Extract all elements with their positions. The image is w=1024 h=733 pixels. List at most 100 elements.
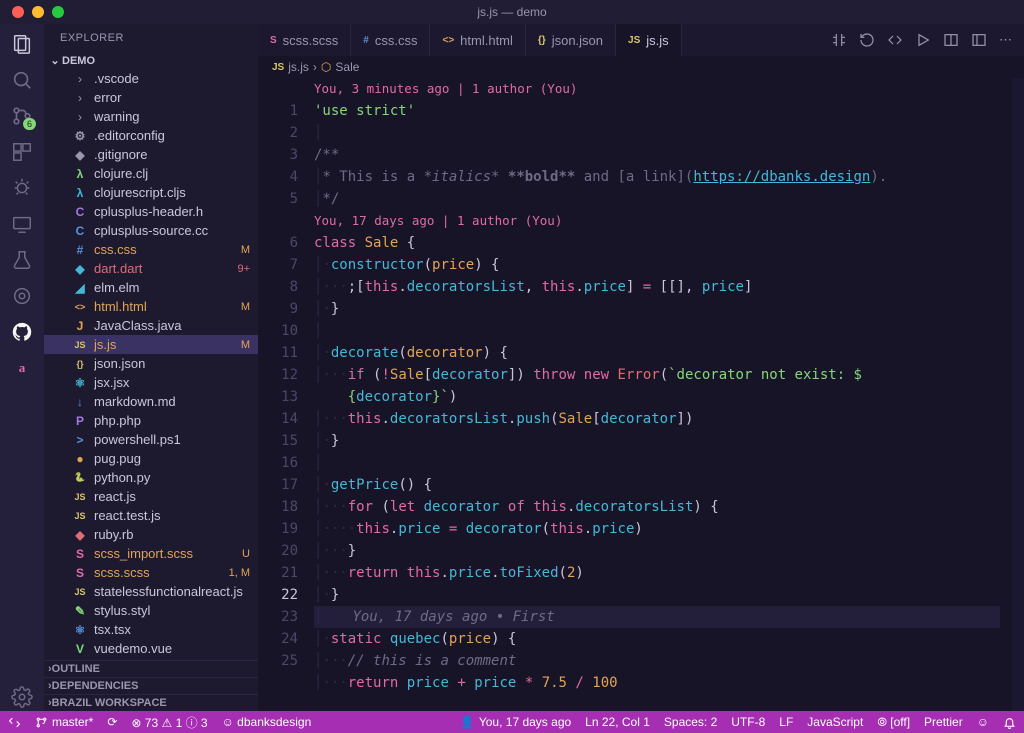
- status-sync[interactable]: ⟳: [107, 715, 117, 729]
- file-row[interactable]: 🐍python.py: [44, 468, 258, 487]
- file-icon: C: [72, 224, 88, 238]
- tab-label: json.json: [552, 33, 603, 48]
- file-status-badge: 1, M: [225, 567, 250, 579]
- amazon-icon[interactable]: a: [8, 354, 36, 382]
- breadcrumb[interactable]: JS js.js › ⬡ Sale: [258, 56, 1024, 78]
- file-row[interactable]: ◆dart.dart9+: [44, 259, 258, 278]
- file-row[interactable]: λclojurescript.cljs: [44, 183, 258, 202]
- close-window-button[interactable]: [12, 6, 24, 18]
- file-row[interactable]: JSstatelessfunctionalreact.js: [44, 582, 258, 601]
- file-row[interactable]: JSjs.jsM: [44, 335, 258, 354]
- file-row[interactable]: {}json.json: [44, 354, 258, 373]
- more-icon[interactable]: ⋯: [999, 32, 1012, 48]
- file-icon: λ: [72, 167, 88, 181]
- file-name: scss.scss: [94, 565, 225, 580]
- compare-icon[interactable]: [831, 32, 847, 48]
- sidebar-section-dependencies[interactable]: ›DEPENDENCIES: [44, 677, 258, 694]
- file-row[interactable]: JSreact.test.js: [44, 506, 258, 525]
- status-encoding[interactable]: UTF-8: [731, 715, 765, 729]
- overview-ruler[interactable]: [1012, 78, 1024, 711]
- status-remote[interactable]: [8, 716, 21, 729]
- explorer-icon[interactable]: [8, 30, 36, 58]
- source-control-icon[interactable]: 6: [8, 102, 36, 130]
- split-editor-icon[interactable]: [943, 32, 959, 48]
- tab-js-js[interactable]: JSjs.js: [616, 24, 682, 56]
- status-position[interactable]: Ln 22, Col 1: [585, 715, 650, 729]
- file-icon: 🐍: [72, 472, 88, 483]
- debug-icon[interactable]: [8, 174, 36, 202]
- status-problems[interactable]: ⊗ 73 ⚠ 1 ⓘ 3: [131, 714, 207, 731]
- status-language[interactable]: JavaScript: [807, 715, 863, 729]
- tab-css-css[interactable]: #css.css: [351, 24, 430, 56]
- file-name: elm.elm: [94, 280, 250, 295]
- file-row[interactable]: ›error: [44, 88, 258, 107]
- window-title: js.js — demo: [477, 5, 546, 19]
- file-icon: #: [72, 243, 88, 257]
- file-row[interactable]: ●pug.pug: [44, 449, 258, 468]
- file-row[interactable]: ⚛jsx.jsx: [44, 373, 258, 392]
- status-feedback-icon[interactable]: ☺: [977, 715, 989, 729]
- revert-icon[interactable]: [859, 32, 875, 48]
- tab-label: js.js: [646, 33, 668, 48]
- open-changes-icon[interactable]: [887, 32, 903, 48]
- file-row[interactable]: ⚙.editorconfig: [44, 126, 258, 145]
- status-bell-icon[interactable]: [1003, 716, 1016, 729]
- status-branch[interactable]: master*: [35, 715, 93, 729]
- remote-icon[interactable]: [8, 210, 36, 238]
- sidebar-section-demo[interactable]: ⌄ DEMO: [44, 52, 258, 69]
- search-icon[interactable]: [8, 66, 36, 94]
- file-row[interactable]: ↓markdown.md: [44, 392, 258, 411]
- file-row[interactable]: JJavaClass.java: [44, 316, 258, 335]
- code-editor[interactable]: 12345 6789101112131415161718192021222324…: [258, 78, 1024, 711]
- file-icon: P: [72, 414, 88, 428]
- file-row[interactable]: JSreact.js: [44, 487, 258, 506]
- file-row[interactable]: Pphp.php: [44, 411, 258, 430]
- status-user[interactable]: ☺ dbanksdesign: [222, 715, 312, 729]
- file-row[interactable]: ◢ elm.elm: [44, 278, 258, 297]
- settings-gear-icon[interactable]: [8, 683, 36, 711]
- target-icon[interactable]: [8, 282, 36, 310]
- minimize-window-button[interactable]: [32, 6, 44, 18]
- extensions-icon[interactable]: [8, 138, 36, 166]
- status-indent[interactable]: Spaces: 2: [664, 715, 717, 729]
- status-eol[interactable]: LF: [779, 715, 793, 729]
- sidebar-section-outline[interactable]: ›OUTLINE: [44, 660, 258, 677]
- file-icon: ◢: [72, 281, 88, 295]
- file-row[interactable]: Sscss.scss1, M: [44, 563, 258, 582]
- file-row[interactable]: ⚛tsx.tsx: [44, 620, 258, 639]
- file-icon: C: [72, 205, 88, 219]
- file-row[interactable]: Sscss_import.scssU: [44, 544, 258, 563]
- file-row[interactable]: ✎stylus.styl: [44, 601, 258, 620]
- tab-html-html[interactable]: <>html.html: [430, 24, 525, 56]
- file-row[interactable]: <>html.htmlM: [44, 297, 258, 316]
- status-prettier[interactable]: Prettier: [924, 715, 963, 729]
- file-row[interactable]: Ccplusplus-header.h: [44, 202, 258, 221]
- file-row[interactable]: >powershell.ps1: [44, 430, 258, 449]
- file-row[interactable]: ›.vscode: [44, 69, 258, 88]
- file-tree[interactable]: ›.vscode›error›warning⚙.editorconfig◆.gi…: [44, 69, 258, 660]
- tab-file-icon: <>: [442, 35, 454, 46]
- github-icon[interactable]: [8, 318, 36, 346]
- status-tabnine[interactable]: ⦾ [off]: [877, 715, 910, 730]
- status-blame[interactable]: 👤You, 17 days ago: [460, 715, 571, 729]
- file-row[interactable]: #css.cssM: [44, 240, 258, 259]
- file-row[interactable]: λclojure.clj: [44, 164, 258, 183]
- test-icon[interactable]: [8, 246, 36, 274]
- titlebar: js.js — demo: [0, 0, 1024, 24]
- file-row[interactable]: ›warning: [44, 107, 258, 126]
- sidebar-section-brazil-workspace[interactable]: ›BRAZIL WORKSPACE: [44, 694, 258, 711]
- file-row[interactable]: Vvuedemo.vue: [44, 639, 258, 658]
- run-icon[interactable]: [915, 32, 931, 48]
- tab-json-json[interactable]: {}json.json: [526, 24, 616, 56]
- file-name: php.php: [94, 413, 250, 428]
- maximize-window-button[interactable]: [52, 6, 64, 18]
- file-icon: JS: [72, 511, 88, 521]
- layout-icon[interactable]: [971, 32, 987, 48]
- file-row[interactable]: ◆ruby.rb: [44, 525, 258, 544]
- tab-scss-scss[interactable]: Sscss.scss: [258, 24, 351, 56]
- file-row[interactable]: ◆.gitignore: [44, 145, 258, 164]
- folder-icon: ›: [72, 91, 88, 105]
- file-row[interactable]: Ccplusplus-source.cc: [44, 221, 258, 240]
- file-name: stylus.styl: [94, 603, 250, 618]
- file-icon: ⚛: [72, 376, 88, 390]
